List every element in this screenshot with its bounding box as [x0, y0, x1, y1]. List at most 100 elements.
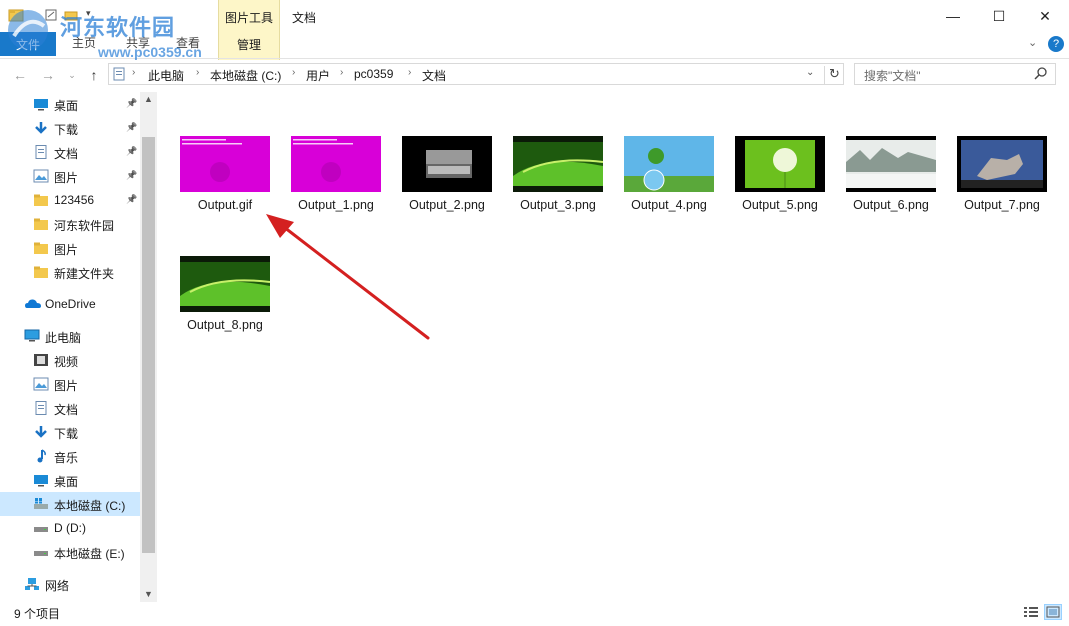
tab-manage[interactable]: 管理	[224, 34, 274, 56]
back-button[interactable]: ←	[10, 66, 30, 84]
address-dropdown-icon[interactable]: ⌄	[806, 67, 814, 78]
sidebar-item-下载[interactable]: 下载	[0, 420, 140, 444]
sidebar-item-D (D:)[interactable]: D (D:)	[0, 516, 140, 540]
sidebar-item-下载[interactable]: 下载 📌	[0, 116, 140, 140]
sidebar-item-图片[interactable]: 图片 📌	[0, 164, 140, 188]
file-item[interactable]: Output.gif	[160, 136, 270, 236]
recent-locations-button[interactable]: ⌄	[62, 66, 82, 84]
up-arrow-icon: ↑	[90, 67, 98, 83]
pin-icon: 📌	[126, 194, 138, 204]
forward-button[interactable]: →	[38, 66, 58, 84]
folder-icon	[33, 217, 49, 231]
close-button[interactable]: ✕	[1022, 0, 1068, 32]
refresh-icon[interactable]: ↻	[824, 66, 840, 84]
sidebar-item-label: 此电脑	[45, 331, 82, 345]
file-item[interactable]: Output_7.png	[937, 136, 1047, 236]
drive-icon	[33, 545, 49, 559]
sidebar-item-label: 桌面	[54, 99, 79, 113]
file-thumbnail	[180, 256, 270, 312]
annotation-arrow	[266, 214, 430, 340]
sidebar-item-本地磁盘 (E:)[interactable]: 本地磁盘 (E:)	[0, 540, 140, 564]
sidebar-item-河东软件园[interactable]: 河东软件园	[0, 212, 140, 236]
sidebar-item-文档[interactable]: 文档 📌	[0, 140, 140, 164]
sidebar-item-label: 河东软件园	[54, 219, 115, 233]
sidebar-item-图片[interactable]: 图片	[0, 236, 140, 260]
watermark-logo	[4, 6, 58, 54]
sidebar-item-thispc[interactable]: 此电脑	[0, 324, 140, 348]
file-item[interactable]: Output_8.png	[160, 256, 270, 356]
up-button[interactable]: ↑	[84, 66, 104, 84]
breadcrumb-documents[interactable]: 文档	[422, 67, 446, 84]
sidebar-item-label: 图片	[54, 379, 79, 393]
close-icon: ✕	[1039, 7, 1051, 24]
sidebar-item-123456[interactable]: 123456 📌	[0, 188, 140, 212]
sidebar-item-桌面[interactable]: 桌面 📌	[0, 92, 140, 116]
breadcrumb-thispc[interactable]: 此电脑	[148, 67, 184, 84]
details-view-icon	[1024, 607, 1038, 617]
pin-icon: 📌	[126, 122, 138, 132]
sidebar-item-新建文件夹[interactable]: 新建文件夹	[0, 260, 140, 284]
back-arrow-icon: ←	[13, 67, 27, 83]
breadcrumb-pc0359[interactable]: pc0359	[354, 67, 393, 81]
help-icon[interactable]: ?	[1048, 36, 1064, 52]
sidebar-item-视频[interactable]: 视频	[0, 348, 140, 372]
desktop-icon	[33, 97, 49, 111]
sidebar-item-onedrive[interactable]: OneDrive	[0, 292, 140, 316]
file-item[interactable]: Output_3.png	[493, 136, 603, 236]
folder-icon	[33, 193, 49, 207]
file-thumbnail	[624, 136, 714, 192]
sidebar-item-label: 下载	[54, 123, 79, 137]
document-icon	[33, 401, 49, 415]
pin-icon: 📌	[126, 98, 138, 108]
file-item[interactable]: Output_4.png	[604, 136, 714, 236]
tab-manage-label: 管理	[236, 38, 261, 52]
sidebar-item-label: D (D:)	[54, 521, 86, 535]
sidebar-item-本地磁盘 (C:)[interactable]: 本地磁盘 (C:)	[0, 492, 140, 516]
maximize-button[interactable]: ☐	[976, 0, 1022, 32]
pin-icon: 📌	[126, 170, 138, 180]
file-item[interactable]: Output_6.png	[826, 136, 936, 236]
file-name: Output_7.png	[964, 198, 1040, 212]
thispc-icon	[24, 329, 40, 343]
sidebar-item-label: 音乐	[54, 451, 79, 465]
pin-icon: 📌	[126, 146, 138, 156]
drive-icon	[33, 521, 49, 535]
sidebar-scroll-thumb[interactable]	[142, 137, 155, 553]
file-thumbnail	[513, 136, 603, 192]
file-thumbnail	[402, 136, 492, 192]
onedrive-icon	[24, 297, 41, 311]
sidebar-item-label: 下载	[54, 427, 79, 441]
desktop-icon	[33, 473, 49, 487]
scroll-up-icon[interactable]: ▲	[144, 94, 153, 104]
sidebar-item-label: OneDrive	[45, 297, 96, 311]
scroll-down-icon[interactable]: ▼	[144, 589, 153, 599]
sidebar-item-音乐[interactable]: 音乐	[0, 444, 140, 468]
location-icon	[113, 67, 125, 81]
breadcrumb-separator: ›	[292, 67, 296, 78]
sidebar-item-文档[interactable]: 文档	[0, 396, 140, 420]
details-view-button[interactable]	[1022, 604, 1040, 620]
search-icon[interactable]	[1034, 66, 1048, 80]
minimize-button[interactable]: —	[930, 0, 976, 32]
file-thumbnail	[735, 136, 825, 192]
sidebar-item-图片[interactable]: 图片	[0, 372, 140, 396]
breadcrumb-drive-c[interactable]: 本地磁盘 (C:)	[210, 67, 281, 84]
folder-icon	[33, 241, 49, 255]
sidebar-item-label: 桌面	[54, 475, 79, 489]
sidebar-item-label: 本地磁盘 (C:)	[54, 499, 126, 513]
download-icon	[33, 425, 49, 439]
window-title: 文档	[292, 11, 317, 25]
large-icons-view-button[interactable]	[1044, 604, 1062, 620]
sidebar-item-label: 本地磁盘 (E:)	[54, 547, 125, 561]
breadcrumb-separator: ›	[408, 67, 412, 78]
sidebar-item-label: 视频	[54, 355, 79, 369]
file-item[interactable]: Output_5.png	[715, 136, 825, 236]
drive-c-icon	[33, 497, 49, 511]
pictures-icon	[33, 169, 49, 183]
ribbon-expand-icon[interactable]: ⌄	[1028, 36, 1037, 49]
sidebar-item-label: 图片	[54, 171, 79, 185]
sidebar-item-network[interactable]: 网络	[0, 572, 140, 596]
breadcrumb-users[interactable]: 用户	[306, 67, 330, 84]
sidebar-item-桌面[interactable]: 桌面	[0, 468, 140, 492]
sidebar-item-label: 123456	[54, 193, 95, 207]
